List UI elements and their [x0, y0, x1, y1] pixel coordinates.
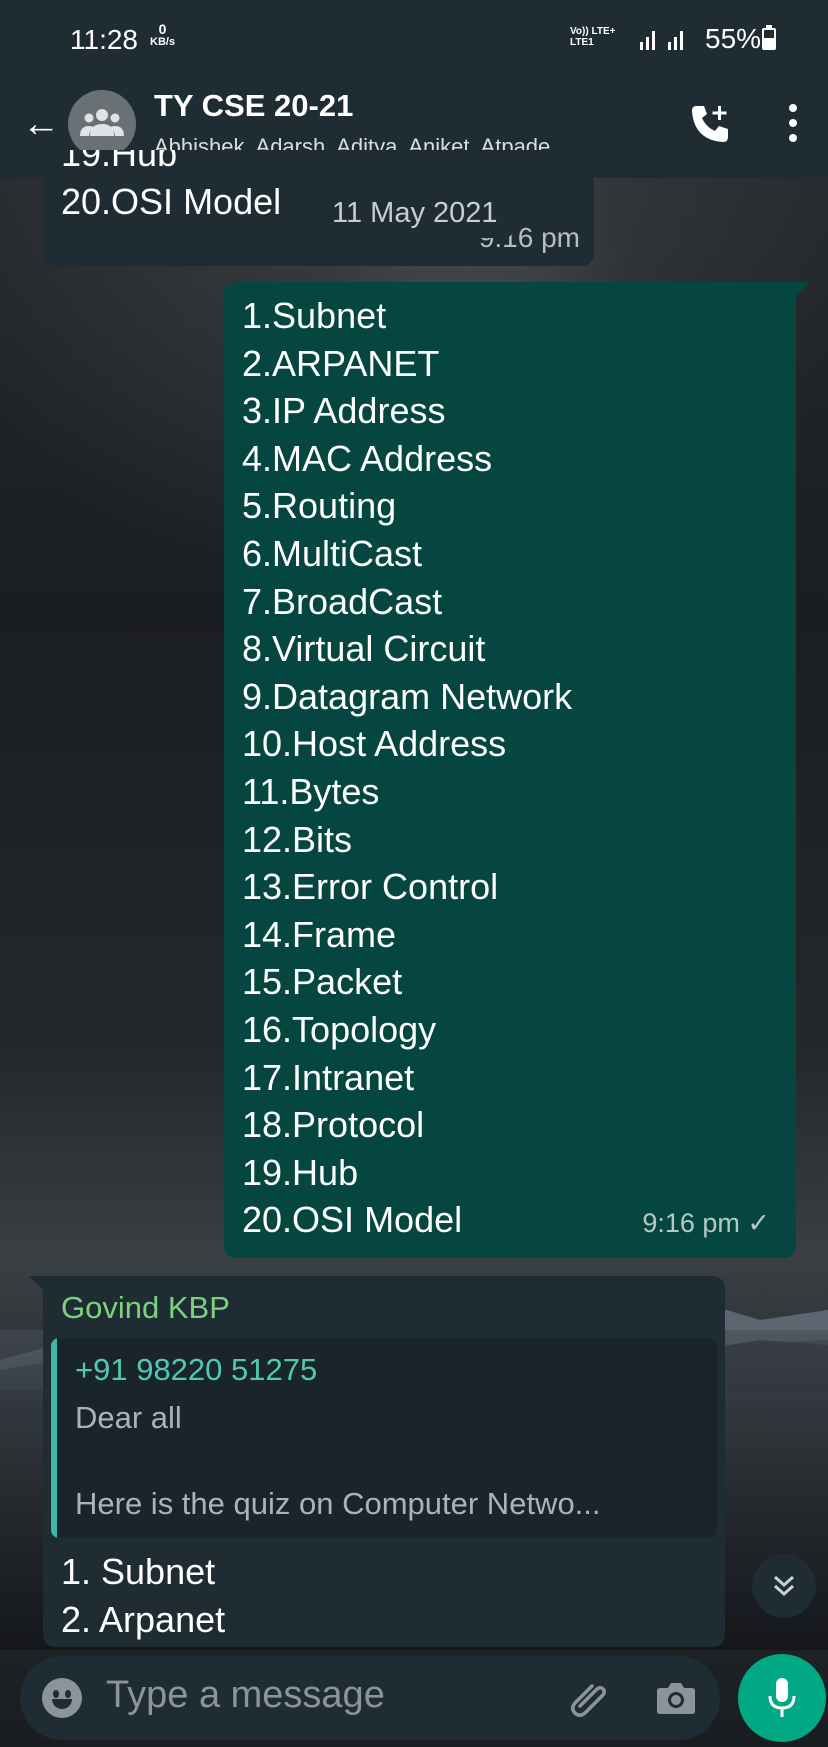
message-line: 13.Error Control: [242, 866, 499, 908]
back-arrow-icon[interactable]: ←: [22, 104, 60, 144]
message-line: 7.BroadCast: [242, 580, 443, 622]
date-chip: 11 May 2021: [316, 188, 514, 238]
message-line: 6.MultiCast: [242, 532, 423, 574]
microphone-icon: [768, 1678, 796, 1717]
message-line: 5.Routing: [242, 485, 397, 527]
incoming-message-bubble[interactable]: Govind KBP +91 98220 51275 Dear all Here…: [29, 1276, 725, 1647]
message-line: 8.Virtual Circuit: [242, 628, 486, 670]
network-type-line1: Vo)) LTE+: [570, 26, 616, 37]
message-line: 14.Frame: [242, 913, 397, 955]
message-line: 17.Intranet: [242, 1056, 415, 1098]
message-input[interactable]: Type a message: [106, 1674, 385, 1717]
message-line: 10.Host Address: [242, 723, 507, 765]
bubble-tail: [29, 1276, 45, 1292]
battery-icon: [762, 25, 776, 50]
outgoing-message-text: 1.Subnet 2.ARPANET 3.IP Address 4.MAC Addre…: [242, 292, 572, 1244]
add-call-icon[interactable]: [688, 102, 732, 146]
more-options-icon[interactable]: [789, 104, 797, 149]
sender-name[interactable]: Govind KBP: [61, 1290, 230, 1326]
quote-bar: [51, 1338, 57, 1538]
double-chevron-down-icon: [774, 1575, 794, 1597]
message-line: 2.ARPANET: [242, 342, 440, 384]
message-line: 16.Topology: [242, 1008, 437, 1050]
message-line: 20.OSI Model: [61, 180, 282, 222]
message-line: 3.IP Address: [242, 390, 446, 432]
battery-percent: 55%: [705, 23, 762, 54]
scroll-down-button[interactable]: [752, 1554, 816, 1618]
message-line: 15.Packet: [242, 961, 403, 1003]
quote-author: +91 98220 51275: [75, 1352, 318, 1387]
message-line: 2. Arpanet: [61, 1598, 226, 1640]
quote-text-line2: Here is the quiz on Computer Netwo...: [75, 1486, 601, 1521]
message-composer[interactable]: Type a message: [20, 1656, 720, 1740]
voice-message-button[interactable]: [738, 1654, 826, 1742]
camera-icon[interactable]: [656, 1680, 696, 1716]
network-speed-value: 0: [158, 21, 167, 37]
message-line: 12.Bits: [242, 818, 353, 860]
status-time: 11:28: [70, 24, 138, 55]
network-type-line2: LTE1: [570, 37, 594, 48]
message-line: 1. Subnet: [61, 1551, 216, 1592]
group-icon: [80, 109, 124, 136]
chat-title[interactable]: TY CSE 20-21: [154, 88, 353, 124]
emoji-icon[interactable]: [42, 1678, 82, 1718]
quote-text-line1: Dear all: [75, 1400, 182, 1435]
signal-icon: [640, 31, 683, 50]
network-speed: 0 KB/s: [150, 21, 176, 48]
previous-message-text: 19.Hub 20.OSI Model: [61, 150, 281, 225]
message-time: 9:16 pm ✓: [642, 1208, 770, 1238]
group-avatar[interactable]: [68, 90, 136, 158]
message-line: 20.OSI Model: [242, 1199, 463, 1241]
attach-icon[interactable]: [568, 1676, 612, 1720]
bubble-tail: [794, 282, 810, 298]
network-speed-unit: KB/s: [150, 36, 176, 48]
message-line: 4.MAC Address: [242, 437, 493, 479]
message-line: 19.Hub: [61, 150, 178, 174]
message-line: 18.Protocol: [242, 1104, 425, 1146]
incoming-message-text: 1. Subnet 2. Arpanet: [61, 1548, 225, 1643]
outgoing-message-bubble[interactable]: 1.Subnet 2.ARPANET 3.IP Address 4.MAC Addre…: [224, 282, 810, 1258]
message-line: 1.Subnet: [242, 295, 387, 336]
status-bar: 11:28 0 KB/s Vo)) LTE+ LTE1 55%: [0, 0, 828, 74]
message-line: 9.Datagram Network: [242, 675, 573, 717]
quoted-message[interactable]: +91 98220 51275 Dear all Here is the qui…: [51, 1338, 717, 1538]
message-line: 19.Hub: [242, 1151, 359, 1193]
message-line: 11.Bytes: [242, 770, 380, 812]
network-type: Vo)) LTE+ LTE1: [570, 26, 615, 48]
